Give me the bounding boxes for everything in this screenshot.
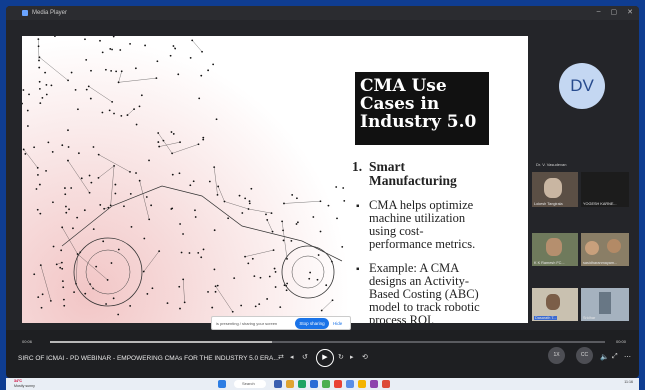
host-avatar: DV (559, 63, 605, 109)
slide-title-box: CMA Use Cases in Industry 5.0 (355, 72, 489, 145)
share-banner-text: is presenting / sharing your screen (216, 320, 278, 326)
section-heading: 1. Smart Manufacturing (352, 160, 524, 188)
participant-name: Lokesh Tangirala (534, 202, 563, 206)
rewind-icon[interactable]: ↺ (302, 353, 308, 361)
clock-time: 11:16 (624, 380, 633, 384)
playback-speed-button[interactable]: 1X (548, 347, 565, 364)
participant-name: Dasarath T... (534, 316, 558, 320)
participant-tile[interactable]: Lokesh Tangirala (532, 172, 578, 207)
app-icon-red[interactable] (382, 380, 390, 388)
volume-icon[interactable]: 🔈 (600, 353, 609, 361)
fullscreen-icon[interactable]: ⤢ (612, 353, 618, 361)
weather-widget[interactable]: 34°C Mostly sunny (14, 379, 35, 388)
section-title-line: Smart (369, 159, 405, 174)
slide-body: 1. Smart Manufacturing ▪ CMA helps optim… (352, 160, 524, 324)
app-icon-green[interactable] (322, 380, 330, 388)
app-icon (22, 10, 28, 16)
slide-title-line: CMA Use (360, 76, 447, 96)
participant-tile[interactable]: K K Ramesh FC... (532, 233, 578, 266)
weather-desc: Mostly sunny (14, 383, 35, 388)
bullet-line: Example: A CMA (369, 261, 460, 275)
section-title-line: Manufacturing (369, 173, 457, 188)
participant-tile[interactable]: Dasarath T... (532, 288, 578, 321)
slide-title-line: Industry 5.0 (360, 112, 477, 132)
bullet-marker: ▪ (356, 201, 360, 212)
bullet-line: designs an Activity- (369, 274, 469, 288)
task-view-icon[interactable] (274, 380, 282, 388)
bullet-line: machine utilization (369, 211, 466, 225)
bullet-line: CMA helps optimize (369, 198, 474, 212)
captions-button[interactable]: CC (576, 347, 593, 364)
bullet-item: ▪ Example: A CMA designs an Activity- Ba… (352, 261, 524, 324)
hide-banner-button[interactable]: Hide (333, 318, 342, 329)
bullet-line: performance metrics. (369, 237, 476, 251)
bullet-marker: ▪ (356, 264, 360, 275)
title-bar: Media Player – ▢ ✕ (6, 6, 639, 20)
play-button[interactable]: ▶ (316, 349, 334, 367)
host-name: Dr. V. Vasudevan (536, 162, 567, 167)
file-explorer-icon[interactable] (286, 380, 294, 388)
app-icon-blue[interactable] (346, 380, 354, 388)
participant-name: sasidharanmayam... (583, 261, 618, 265)
windows-taskbar: 34°C Mostly sunny Search 11:16 (6, 378, 639, 390)
browser-icon[interactable] (298, 380, 306, 388)
repeat-icon[interactable]: ⟲ (362, 353, 368, 361)
video-title: SIRC OF ICMAI - PD WEBINAR - EMPOWERING … (18, 355, 279, 362)
video-stage: CMA Use Cases in Industry 5.0 1. Smart M… (6, 20, 639, 330)
app-icon-yellow[interactable] (358, 380, 366, 388)
stop-sharing-button[interactable]: Stop sharing (295, 318, 329, 329)
start-icon[interactable] (218, 380, 226, 388)
window-title: Media Player (32, 10, 68, 16)
mail-icon[interactable] (310, 380, 318, 388)
weather-temp: 34°C (14, 379, 23, 383)
taskbar-search[interactable]: Search (234, 380, 266, 388)
participant-tile[interactable]: YOGESH KARNE... (581, 172, 629, 207)
bullet-item: ▪ CMA helps optimize machine utilization… (352, 199, 524, 251)
participant-name: YOGESH KARNE... (583, 202, 617, 206)
participant-name: Sridhar (583, 316, 596, 320)
media-player-icon[interactable] (334, 380, 342, 388)
bullet-line: process ROI. (369, 313, 435, 324)
maximize-icon[interactable]: ▢ (611, 8, 618, 16)
participant-tile[interactable]: sasidharanmayam... (581, 233, 629, 266)
close-icon[interactable]: ✕ (627, 8, 633, 16)
screen-share-banner: is presenting / sharing your screen (211, 316, 351, 330)
bullet-line: Based Costing (ABC) (369, 287, 479, 301)
app-icon-purple[interactable] (370, 380, 378, 388)
participant-name: K K Ramesh FC... (534, 261, 565, 265)
previous-icon[interactable]: ◂ (290, 353, 294, 361)
section-number: 1. (352, 159, 363, 174)
bullet-line: model to track robotic (369, 300, 480, 314)
media-player-window: Media Player – ▢ ✕ CMA Use Cases in Indu… (6, 6, 639, 378)
more-options-icon[interactable]: ⋯ (624, 353, 631, 361)
shuffle-icon[interactable]: ⇄ (278, 353, 284, 361)
player-controls: SIRC OF ICMAI - PD WEBINAR - EMPOWERING … (6, 343, 633, 377)
slide-title-line: Cases in (360, 94, 440, 114)
next-icon[interactable]: ▸ (350, 353, 354, 361)
bullet-line: using cost- (369, 224, 424, 238)
wireframe-car-illustration (22, 36, 346, 316)
participant-tile[interactable]: Sridhar (581, 288, 629, 321)
forward-icon[interactable]: ↻ (338, 353, 344, 361)
presentation-slide: CMA Use Cases in Industry 5.0 1. Smart M… (22, 36, 528, 323)
system-tray[interactable]: 11:16 (624, 380, 633, 384)
minimize-icon[interactable]: – (597, 8, 601, 16)
